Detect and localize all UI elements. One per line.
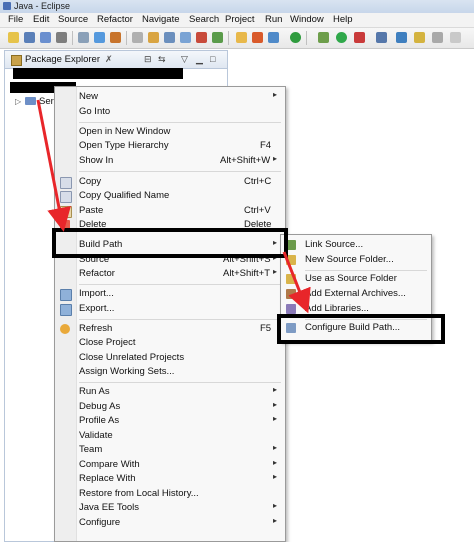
arrow-to-configure-build-path: [282, 251, 311, 314]
arrow-to-build-path: [36, 99, 71, 232]
annotation-arrows: [36, 99, 311, 314]
